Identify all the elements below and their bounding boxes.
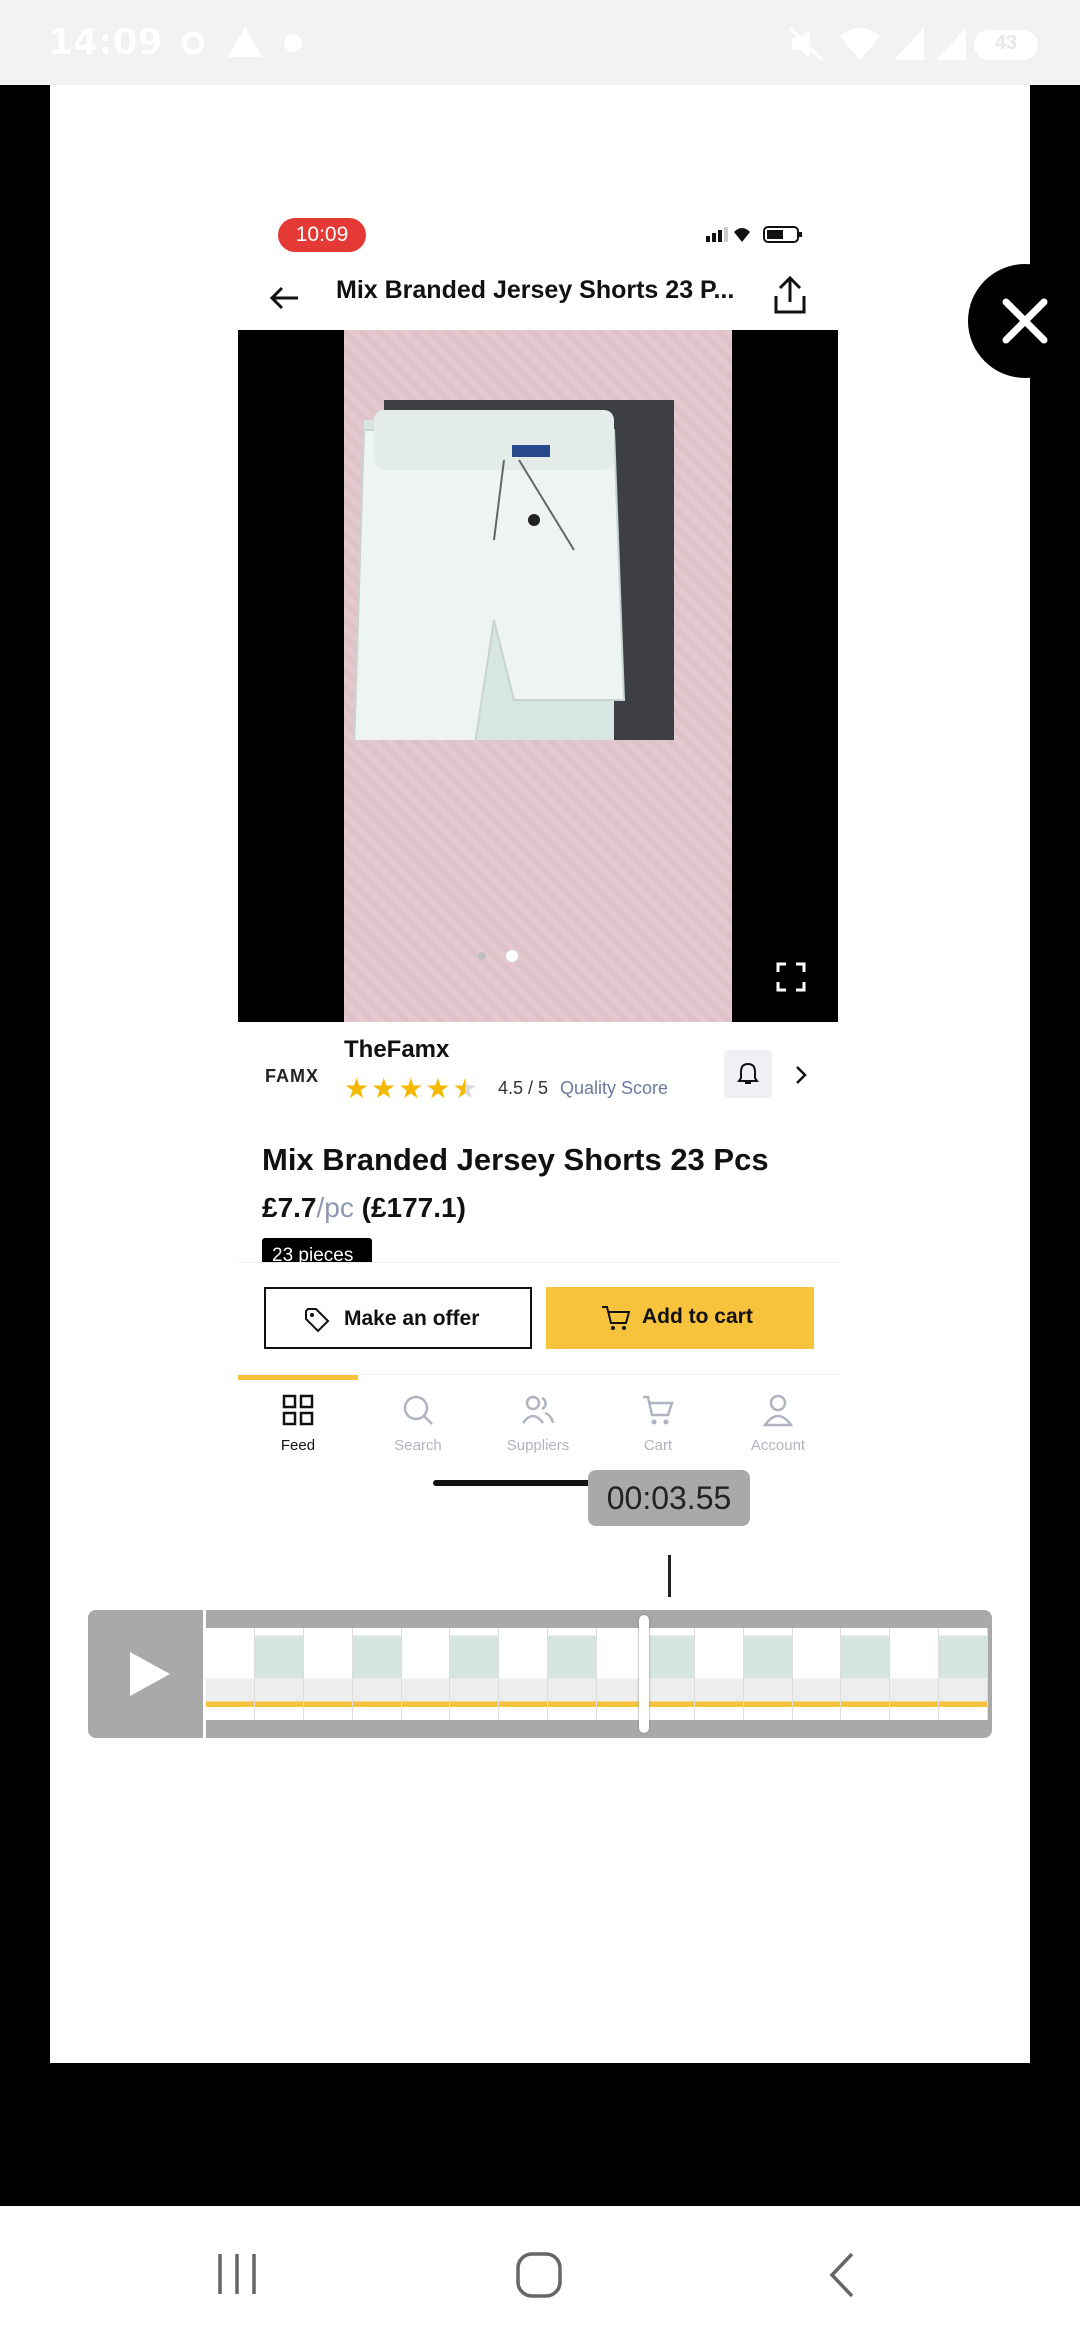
tag-icon <box>305 1308 330 1333</box>
inner-status-icons <box>706 226 802 243</box>
status-time: 14:09 <box>48 22 163 63</box>
timeline-frame <box>303 1628 353 1720</box>
close-button[interactable] <box>968 264 1080 378</box>
timeline-frame <box>694 1628 744 1720</box>
video-preview[interactable]: 10:09 Mix Branded Jersey Shorts 23 P... <box>238 202 838 1502</box>
timeline-frame <box>743 1628 793 1720</box>
timeline-frame <box>206 1628 255 1720</box>
timestamp-bubble: 00:03.55 <box>588 1470 750 1526</box>
carousel-dot-active[interactable] <box>506 950 518 962</box>
timeline-frame <box>890 1628 940 1720</box>
total-price: (£177.1) <box>361 1192 466 1223</box>
carousel-dot[interactable] <box>478 952 486 960</box>
play-icon <box>130 1652 170 1696</box>
search-icon <box>403 1395 433 1425</box>
timeline-frame <box>352 1628 402 1720</box>
wifi-icon <box>840 28 880 60</box>
inner-status-time: 10:09 <box>278 218 366 252</box>
tab-account[interactable]: Account <box>718 1375 838 1475</box>
star-icon: ★ <box>425 1073 451 1104</box>
make-offer-label: Make an offer <box>344 1307 480 1330</box>
mute-icon <box>788 26 824 62</box>
bell-icon <box>737 1062 759 1084</box>
battery-icon: 43 <box>974 30 1038 60</box>
battery-level: 43 <box>994 32 1018 54</box>
home-icon[interactable] <box>514 2250 564 2300</box>
users-icon <box>521 1395 555 1424</box>
tab-feed-label: Feed <box>280 1437 316 1454</box>
tab-suppliers-label: Suppliers <box>506 1437 570 1454</box>
timeline-frame <box>645 1628 695 1720</box>
star-icon: ★ <box>344 1073 370 1104</box>
cart-icon <box>602 1306 630 1330</box>
tab-account-label: Account <box>750 1437 806 1454</box>
recents-icon[interactable] <box>214 2252 260 2296</box>
price-unit: /pc <box>316 1192 354 1223</box>
close-icon <box>1002 298 1048 344</box>
quality-score-label: Quality Score <box>560 1078 669 1098</box>
inner-home-indicator <box>433 1480 593 1486</box>
timeline-frame <box>939 1628 988 1720</box>
back-arrow-icon[interactable] <box>268 284 300 312</box>
back-icon[interactable] <box>826 2250 858 2300</box>
shorts-image <box>353 400 674 740</box>
person-icon <box>762 1394 794 1427</box>
action-bar: Make an offer Add to cart <box>238 1262 838 1374</box>
tab-cart-label: Cart <box>643 1437 673 1454</box>
product-media[interactable] <box>238 330 838 1022</box>
system-nav-bar <box>0 2206 1080 2340</box>
quality-score-value: 4.5 / 5 <box>498 1078 549 1098</box>
timestamp-marker <box>668 1555 671 1597</box>
timeline-frame <box>841 1628 891 1720</box>
unit-price: £7.7 <box>262 1192 317 1223</box>
tab-search-label: Search <box>394 1437 442 1454</box>
status-bar: 14:09 43 <box>0 0 1080 85</box>
tab-feed[interactable]: Feed <box>238 1375 358 1475</box>
inner-page-title: Mix Branded Jersey Shorts 23 P... <box>336 276 735 304</box>
timeline-frame <box>548 1628 597 1720</box>
grid-icon <box>282 1394 314 1426</box>
tab-suppliers[interactable]: Suppliers <box>478 1375 598 1475</box>
seller-logo: FAMX <box>264 1066 319 1086</box>
playhead-handle[interactable] <box>638 1615 649 1733</box>
tab-cart[interactable]: Cart <box>598 1375 718 1475</box>
notification-dot-icon <box>284 34 302 52</box>
tab-search[interactable]: Search <box>358 1375 478 1475</box>
timeline-frame <box>792 1628 842 1720</box>
warning-icon <box>228 27 262 57</box>
product-name: Mix Branded Jersey Shorts 23 Pcs <box>262 1142 769 1177</box>
timeline-frame <box>254 1628 304 1720</box>
video-timeline[interactable] <box>88 1610 992 1738</box>
star-icon: ★ <box>371 1073 397 1104</box>
seller-name: TheFamx <box>344 1036 450 1063</box>
fullscreen-icon[interactable] <box>774 960 808 994</box>
add-to-cart-button[interactable]: Add to cart <box>546 1287 814 1349</box>
settings-icon <box>181 31 205 55</box>
product-price: £7.7/pc (£177.1) <box>262 1192 466 1224</box>
timeline-frame <box>499 1628 549 1720</box>
add-to-cart-label: Add to cart <box>642 1305 753 1328</box>
follow-bell-button[interactable] <box>724 1050 772 1098</box>
make-offer-button[interactable]: Make an offer <box>264 1287 532 1349</box>
product-photo <box>344 330 732 1022</box>
seller-row[interactable]: FAMX TheFamx ★★★★★ 4.5 / 5 Quality Score <box>238 1022 838 1132</box>
frame-strip[interactable] <box>206 1628 988 1720</box>
timeline-frame <box>450 1628 500 1720</box>
star-half-icon: ★ <box>452 1073 478 1104</box>
play-button[interactable] <box>88 1610 206 1738</box>
star-icon: ★ <box>398 1073 424 1104</box>
chevron-right-icon[interactable] <box>794 1064 808 1086</box>
signal-icon <box>894 28 924 60</box>
timeline-frame <box>401 1628 451 1720</box>
cart-icon <box>643 1395 674 1425</box>
seller-rating-stars: ★★★★★ <box>344 1072 480 1105</box>
share-icon[interactable] <box>772 276 808 316</box>
signal-icon-2 <box>936 28 966 60</box>
